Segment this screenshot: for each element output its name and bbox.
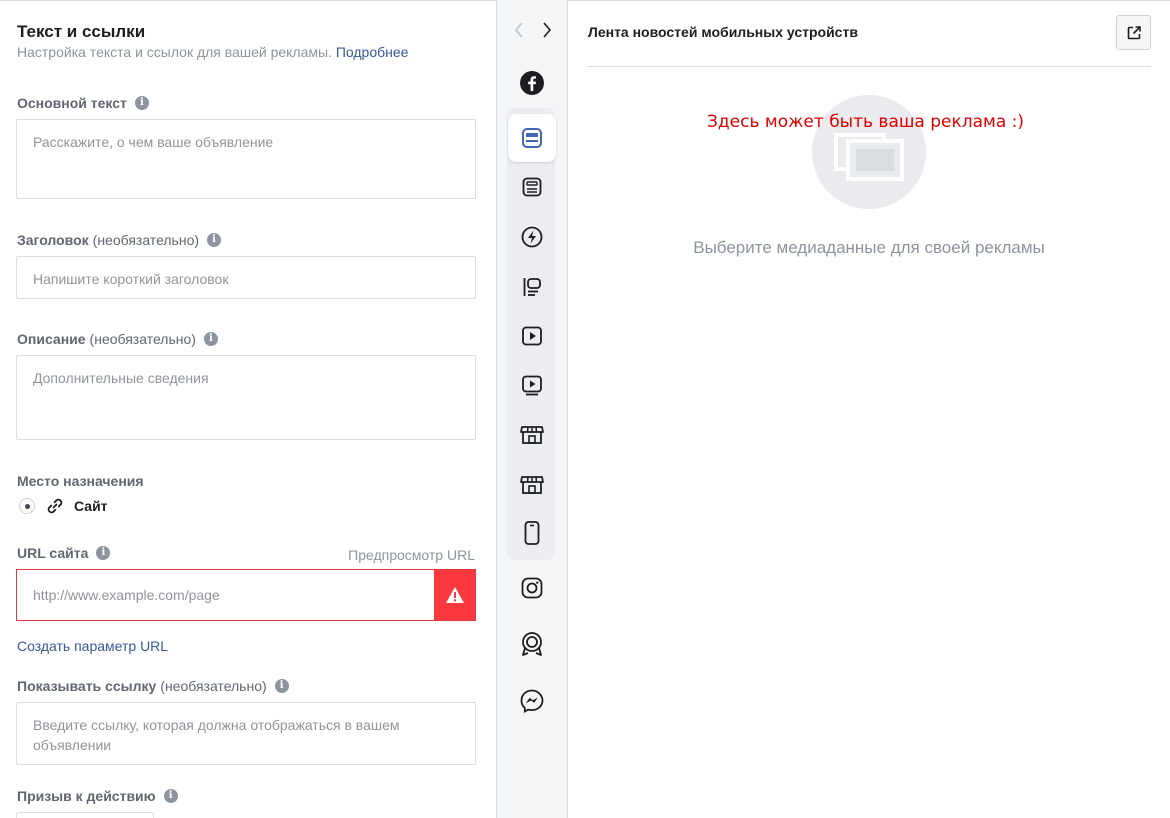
desktop-feed-icon[interactable] <box>508 163 556 211</box>
call-to-action-label: Призыв к действию i <box>17 788 178 804</box>
learn-more-link[interactable]: Подробнее <box>336 44 409 60</box>
link-icon <box>47 498 63 514</box>
marketplace-desktop-icon[interactable] <box>508 460 556 508</box>
chevron-right-icon[interactable] <box>540 20 554 40</box>
info-icon[interactable]: i <box>207 233 222 247</box>
description-label-text: Описание <box>17 331 86 347</box>
description-optional: (необязательно) <box>89 331 196 347</box>
section-title: Текст и ссылки <box>17 22 146 41</box>
website-url-label-text: URL сайта <box>17 545 89 561</box>
marketplace-icon[interactable] <box>508 410 556 458</box>
website-option-label: Сайт <box>74 498 108 514</box>
display-link-label: Показывать ссылку (необязательно) i <box>17 678 289 694</box>
display-link-field[interactable]: Введите ссылку, которая должна отображат… <box>16 702 476 765</box>
display-link-placeholder: Введите ссылку, которая должна отображат… <box>33 717 400 753</box>
create-url-parameter-link[interactable]: Создать параметр URL <box>17 638 168 654</box>
description-field[interactable]: Дополнительные сведения <box>16 355 476 440</box>
stories-icon[interactable] <box>508 509 556 557</box>
website-url-label: URL сайта i <box>17 545 111 561</box>
primary-text-label: Основной текст i <box>17 95 149 111</box>
website-radio[interactable] <box>19 498 35 514</box>
info-icon[interactable]: i <box>203 332 218 346</box>
primary-text-field[interactable]: Расскажите, о чем ваше объявление <box>16 119 476 199</box>
url-preview-link[interactable]: Предпросмотр URL <box>348 547 475 563</box>
chevron-left-icon[interactable] <box>512 20 526 40</box>
destination-website-option[interactable]: Сайт <box>19 496 108 516</box>
select-media-text: Выберите медиаданные для своей рекламы <box>693 238 1045 257</box>
headline-label: Заголовок (необязательно) i <box>17 232 222 248</box>
external-link-icon <box>1127 25 1141 39</box>
right-column-icon[interactable] <box>508 263 556 311</box>
website-url-placeholder: http://www.example.com/page <box>33 587 220 603</box>
facebook-icon[interactable] <box>508 59 556 107</box>
preview-title: Лента новостей мобильных устройств <box>588 24 858 40</box>
ad-preview-panel: Лента новостей мобильных устройств Здесь… <box>568 0 1170 818</box>
text-and-links-panel: Текст и ссылки Настройка текста и ссылок… <box>0 0 497 818</box>
placement-nav <box>497 20 568 40</box>
description-label: Описание (необязательно) i <box>17 331 218 347</box>
video-feed-icon[interactable] <box>508 312 556 360</box>
call-to-action-dropdown[interactable] <box>16 812 154 818</box>
destination-label-text: Место назначения <box>17 473 144 489</box>
headline-label-text: Заголовок <box>17 232 89 248</box>
in-stream-video-icon[interactable] <box>508 361 556 409</box>
warning-icon <box>434 570 475 620</box>
primary-text-placeholder: Расскажите, о чем ваше объявление <box>33 134 274 150</box>
ad-annotation: Здесь может быть ваша реклама :) <box>707 112 1025 132</box>
instagram-icon[interactable] <box>508 564 556 612</box>
placement-rail <box>497 0 568 818</box>
preview-divider <box>587 66 1151 67</box>
description-placeholder: Дополнительные сведения <box>33 370 209 386</box>
primary-text-label-text: Основной текст <box>17 95 127 111</box>
info-icon[interactable]: i <box>163 789 178 803</box>
mobile-feed-icon[interactable] <box>508 114 556 162</box>
headline-field[interactable]: Напишите короткий заголовок <box>16 256 476 299</box>
display-link-optional: (необязательно) <box>160 678 267 694</box>
headline-optional: (необязательно) <box>92 232 200 248</box>
info-icon[interactable]: i <box>274 679 289 693</box>
info-icon[interactable]: i <box>96 546 111 560</box>
messenger-icon[interactable] <box>508 677 556 725</box>
audience-network-icon[interactable] <box>508 620 556 668</box>
section-subtitle: Настройка текста и ссылок для вашей рекл… <box>17 44 408 60</box>
call-to-action-label-text: Призыв к действию <box>17 788 156 804</box>
section-subtitle-text: Настройка текста и ссылок для вашей рекл… <box>17 44 332 60</box>
instant-articles-icon[interactable] <box>508 213 556 261</box>
destination-label: Место назначения <box>17 473 144 489</box>
headline-placeholder: Напишите короткий заголовок <box>33 271 229 287</box>
website-url-field[interactable]: http://www.example.com/page <box>16 569 476 621</box>
display-link-label-text: Показывать ссылку <box>17 678 157 694</box>
open-preview-button[interactable] <box>1116 15 1151 50</box>
info-icon[interactable]: i <box>134 96 149 110</box>
